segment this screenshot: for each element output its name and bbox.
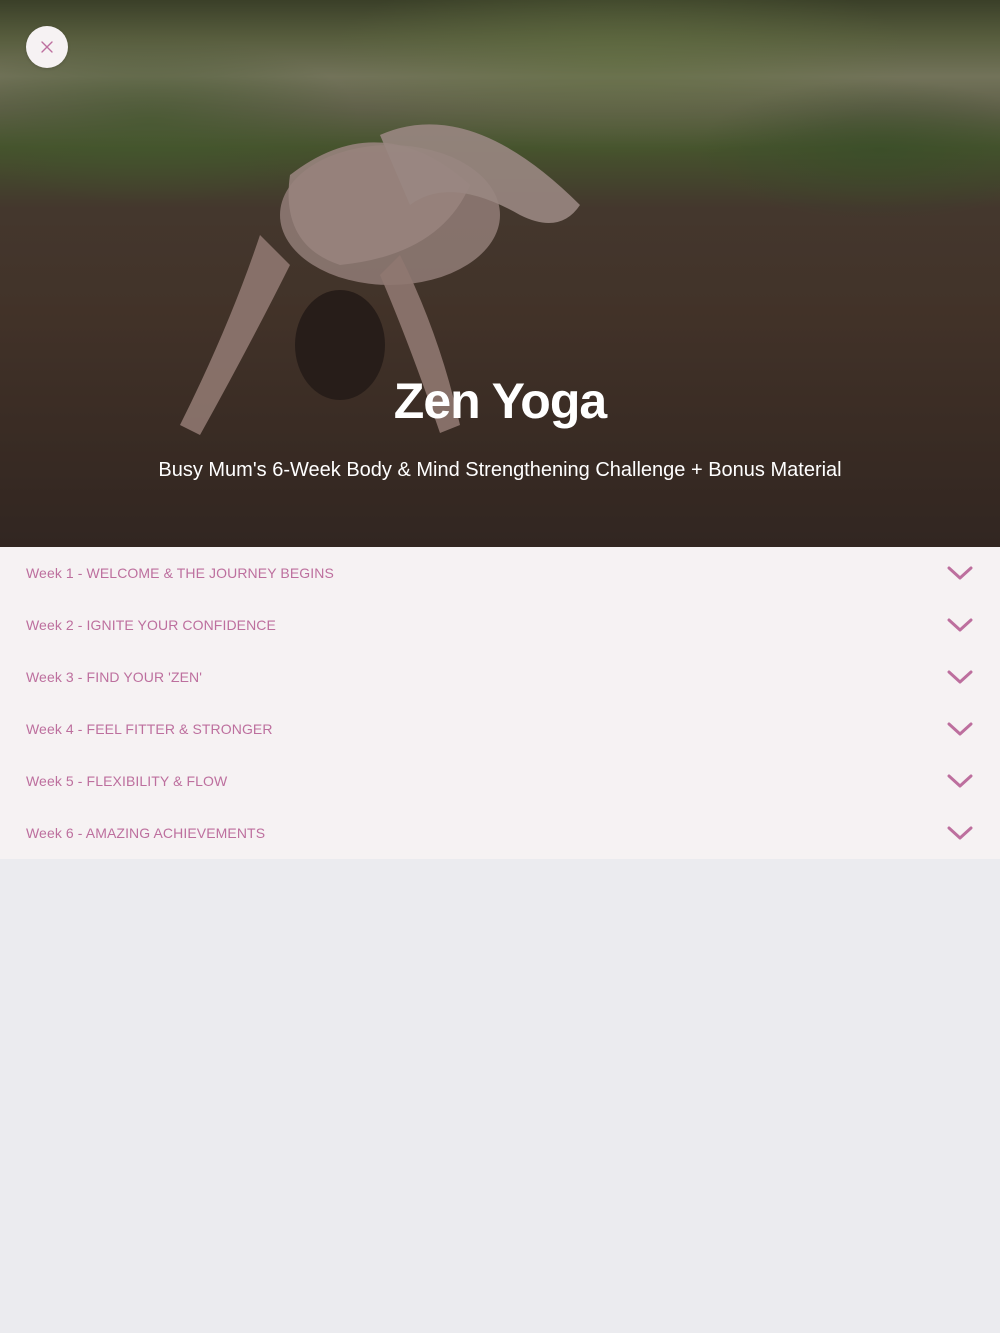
hero-banner: Zen Yoga Busy Mum's 6-Week Body & Mind S… — [0, 0, 1000, 547]
chevron-down-icon[interactable] — [946, 772, 974, 790]
week-item-6[interactable]: Week 6 - AMAZING ACHIEVEMENTS — [0, 807, 1000, 859]
week-label: Week 4 - FEEL FITTER & STRONGER — [26, 721, 273, 737]
week-label: Week 3 - FIND YOUR 'ZEN' — [26, 669, 203, 685]
week-label: Week 5 - FLEXIBILITY & FLOW — [26, 773, 228, 789]
close-icon — [41, 41, 53, 53]
week-item-1[interactable]: Week 1 - WELCOME & THE JOURNEY BEGINS — [0, 547, 1000, 599]
week-item-5[interactable]: Week 5 - FLEXIBILITY & FLOW — [0, 755, 1000, 807]
chevron-down-icon[interactable] — [946, 824, 974, 842]
week-label: Week 1 - WELCOME & THE JOURNEY BEGINS — [26, 565, 334, 581]
week-label: Week 2 - IGNITE YOUR CONFIDENCE — [26, 617, 276, 633]
page-title: Zen Yoga — [393, 373, 607, 429]
chevron-down-icon[interactable] — [946, 720, 974, 738]
week-item-4[interactable]: Week 4 - FEEL FITTER & STRONGER — [0, 703, 1000, 755]
chevron-down-icon[interactable] — [946, 616, 974, 634]
week-list: Week 1 - WELCOME & THE JOURNEY BEGINS We… — [0, 547, 1000, 859]
chevron-down-icon[interactable] — [946, 564, 974, 582]
week-label: Week 6 - AMAZING ACHIEVEMENTS — [26, 825, 266, 841]
week-item-3[interactable]: Week 3 - FIND YOUR 'ZEN' — [0, 651, 1000, 703]
page-subtitle: Busy Mum's 6-Week Body & Mind Strengthen… — [158, 459, 842, 481]
chevron-down-icon[interactable] — [946, 668, 974, 686]
close-button[interactable] — [26, 26, 68, 68]
week-item-2[interactable]: Week 2 - IGNITE YOUR CONFIDENCE — [0, 599, 1000, 651]
